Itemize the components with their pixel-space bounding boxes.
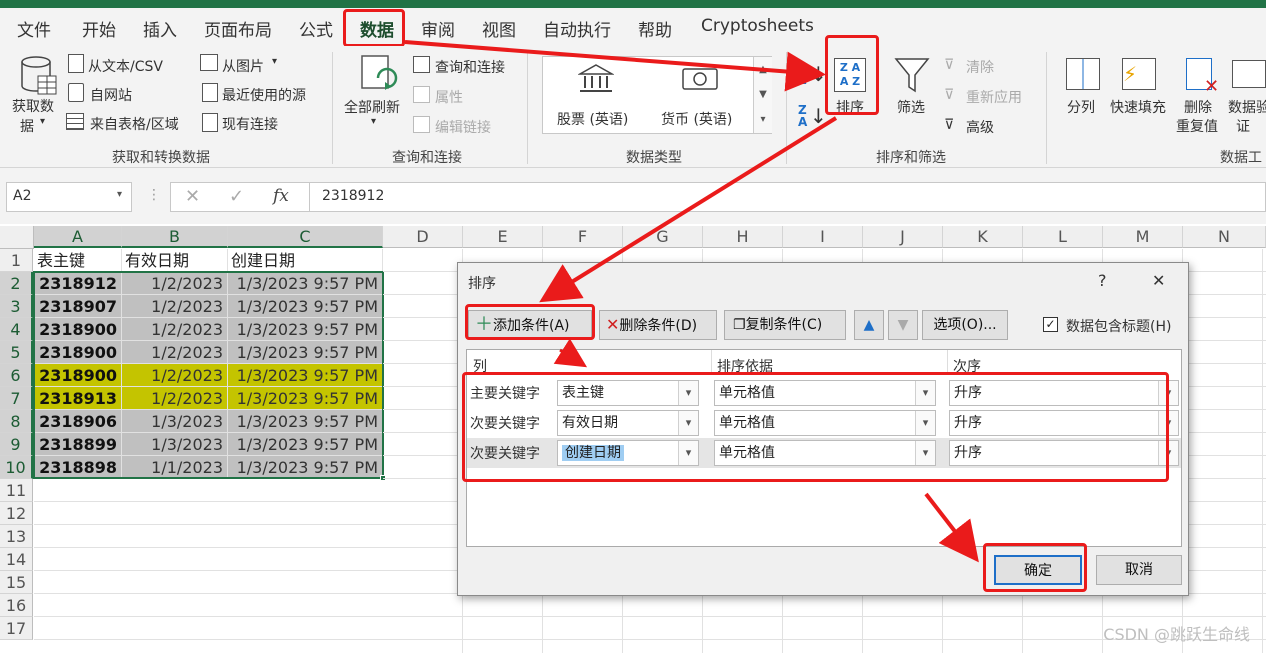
arrow-add-to-levels bbox=[553, 338, 588, 368]
arrow-data-to-sort bbox=[404, 40, 826, 92]
watermark: CSDN @跳跃生命线 bbox=[1103, 625, 1250, 644]
arrow-sort-to-add-level bbox=[539, 116, 838, 303]
arrow-to-ok bbox=[924, 492, 979, 563]
annotation-arrows bbox=[404, 40, 979, 563]
